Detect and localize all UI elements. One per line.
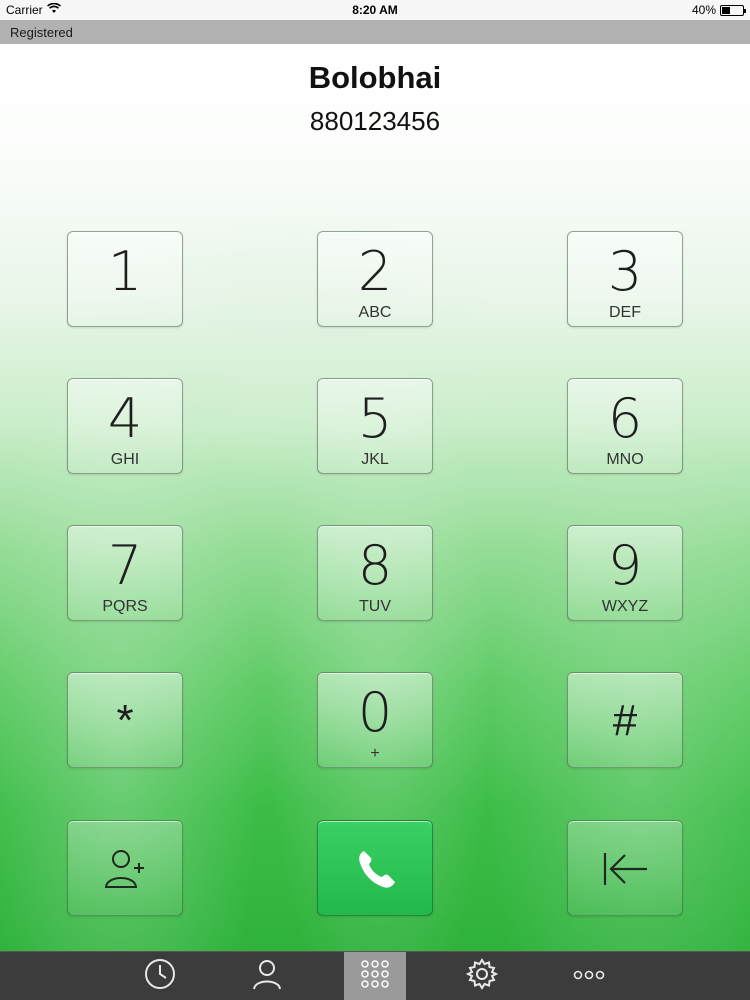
gear-icon: [465, 957, 499, 996]
key-4[interactable]: 4 GHI: [67, 378, 183, 474]
key-2[interactable]: 2 ABC: [317, 231, 433, 327]
key-digit: 2: [357, 240, 393, 303]
clock-label: 8:20 AM: [352, 3, 398, 17]
key-star[interactable]: *: [67, 672, 183, 768]
key-letters: +: [370, 745, 380, 762]
key-digit: 4: [107, 387, 143, 450]
tab-more[interactable]: [558, 952, 620, 1000]
backspace-button[interactable]: [567, 820, 683, 916]
dialer-area: Bolobhai 880123456 1 2 ABC 3 DEF 4 GHI 5…: [0, 44, 750, 951]
add-contact-icon: [68, 845, 182, 893]
battery-percent: 40%: [691, 3, 716, 17]
registration-status: Registered: [10, 25, 73, 40]
key-3[interactable]: 3 DEF: [567, 231, 683, 327]
background-art: [0, 44, 750, 951]
key-5[interactable]: 5 JKL: [317, 378, 433, 474]
battery-fill: [722, 6, 730, 14]
key-letters: GHI: [110, 451, 140, 468]
key-letters: WXYZ: [601, 598, 649, 615]
key-digit: 0: [357, 681, 393, 744]
key-hash[interactable]: #: [567, 672, 683, 768]
backspace-icon: [568, 845, 682, 893]
key-1[interactable]: 1: [67, 231, 183, 327]
key-digit: 8: [357, 534, 393, 597]
key-digit: 5: [357, 387, 393, 450]
tab-keypad[interactable]: [344, 952, 406, 1000]
call-button[interactable]: [317, 820, 433, 916]
key-digit: 6: [607, 387, 643, 450]
add-contact-button[interactable]: [67, 820, 183, 916]
key-digit: 7: [107, 534, 143, 597]
clock-icon: [143, 957, 177, 996]
key-0[interactable]: 0 +: [317, 672, 433, 768]
registration-bar: Registered: [0, 20, 750, 44]
phone-icon: [318, 845, 432, 895]
contact-name: Bolobhai: [308, 60, 442, 95]
person-icon: [250, 957, 284, 996]
key-letters: DEF: [609, 304, 641, 321]
battery-icon: [720, 4, 746, 16]
key-letters: PQRS: [102, 598, 148, 615]
tab-bar: [0, 951, 750, 1000]
dialed-number: 880123456: [309, 106, 441, 136]
key-digit: 9: [607, 534, 643, 597]
key-letters: TUV: [359, 598, 391, 615]
tab-recents[interactable]: [129, 952, 191, 1000]
key-letters: ABC: [358, 304, 392, 321]
key-8[interactable]: 8 TUV: [317, 525, 433, 621]
tab-contacts[interactable]: [236, 952, 298, 1000]
key-6[interactable]: 6 MNO: [567, 378, 683, 474]
key-letters: JKL: [361, 451, 389, 468]
tab-settings[interactable]: [451, 952, 513, 1000]
status-right: 40%: [691, 3, 746, 17]
key-7[interactable]: 7 PQRS: [67, 525, 183, 621]
status-bar: Carrier 8:20 AM 40%: [0, 0, 750, 20]
key-digit: #: [612, 696, 638, 745]
key-digit: *: [116, 696, 134, 745]
key-9[interactable]: 9 WXYZ: [567, 525, 683, 621]
key-digit: 3: [607, 240, 643, 303]
key-letters: MNO: [606, 451, 644, 468]
keypad-icon: [358, 957, 392, 996]
more-icon: [572, 968, 606, 986]
key-digit: 1: [107, 240, 143, 303]
